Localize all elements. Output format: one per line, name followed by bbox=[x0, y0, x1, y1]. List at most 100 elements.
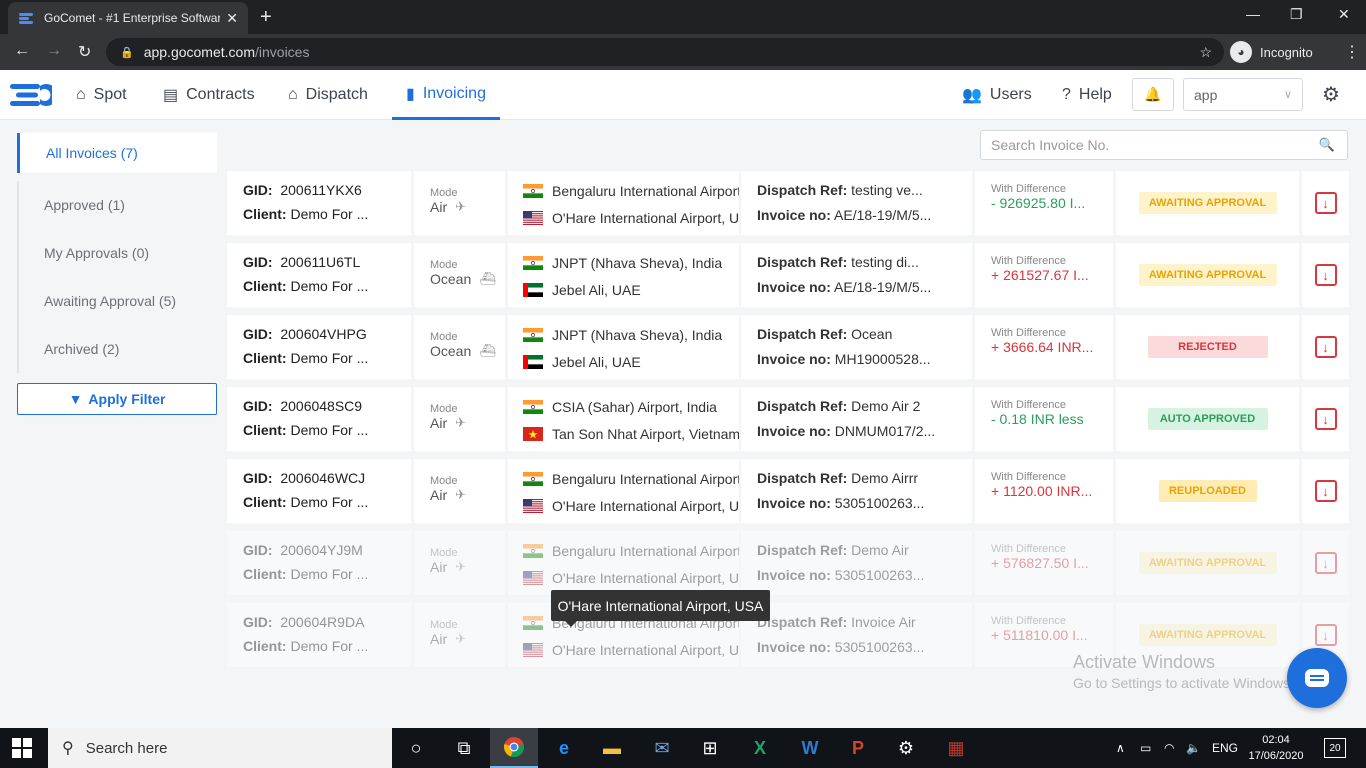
cortana-icon[interactable]: ○ bbox=[392, 728, 440, 768]
search-icon[interactable]: 🔍 bbox=[1319, 137, 1335, 153]
origin-flag-icon bbox=[523, 471, 543, 486]
powerpoint-icon[interactable]: P bbox=[834, 728, 882, 768]
address-bar[interactable]: 🔒 app.gocomet.com/invoices ☆ bbox=[106, 38, 1224, 66]
gocomet-logo-icon[interactable] bbox=[10, 82, 52, 108]
download-icon[interactable]: ↓ bbox=[1314, 552, 1337, 574]
download-icon[interactable]: ↓ bbox=[1314, 192, 1337, 214]
nav-help[interactable]: ? Help bbox=[1062, 70, 1112, 120]
browser-tab[interactable]: GoComet - #1 Enterprise Software ✕ bbox=[8, 2, 248, 34]
destination-port[interactable]: Jebel Ali, UAE bbox=[552, 282, 641, 298]
restore-icon[interactable]: ❐ bbox=[1290, 6, 1303, 23]
download-icon[interactable]: ↓ bbox=[1314, 408, 1337, 430]
invoice-row[interactable]: GID: 200611U6TL Client: Demo For ... Mod… bbox=[227, 243, 1349, 307]
download-icon[interactable]: ↓ bbox=[1314, 624, 1337, 646]
destination-flag-icon bbox=[523, 210, 543, 225]
reload-icon[interactable]: ↻ bbox=[78, 42, 91, 62]
sidebar-item-approved[interactable]: Approved (1) bbox=[17, 181, 217, 229]
destination-port[interactable]: O'Hare International Airport, USA bbox=[552, 642, 739, 658]
file-explorer-icon[interactable]: ▬ bbox=[588, 728, 636, 768]
invoice-row[interactable]: GID: 2006048SC9 Client: Demo For ... Mod… bbox=[227, 387, 1349, 451]
chrome-icon[interactable] bbox=[490, 728, 538, 768]
dispatch-ref-label: Dispatch Ref: bbox=[757, 398, 848, 414]
mode-label: Mode bbox=[430, 619, 458, 631]
nav-dispatch[interactable]: ⌂ Dispatch bbox=[288, 70, 368, 120]
origin-port[interactable]: Bengaluru International Airport, India bbox=[552, 543, 739, 559]
battery-icon[interactable]: ▭ bbox=[1140, 728, 1151, 768]
mode-label: Mode bbox=[430, 475, 458, 487]
taskbar-search-input[interactable]: ⚲ Search here bbox=[48, 728, 392, 768]
airplane-icon: ✈ bbox=[455, 559, 467, 574]
destination-port[interactable]: O'Hare International Airport, USA bbox=[552, 498, 739, 514]
word-icon[interactable]: W bbox=[786, 728, 834, 768]
invoice-row[interactable]: GID: 2006046WCJ Client: Demo For ... Mod… bbox=[227, 459, 1349, 523]
route-cell: JNPT (Nhava Sheva), India Jebel Ali, UAE bbox=[508, 315, 739, 379]
excel-icon[interactable]: X bbox=[736, 728, 784, 768]
origin-port[interactable]: JNPT (Nhava Sheva), India bbox=[552, 327, 722, 343]
invoice-row[interactable]: GID: 200611YKX6 Client: Demo For ... Mod… bbox=[227, 171, 1349, 235]
edge-icon[interactable]: e bbox=[540, 728, 588, 768]
taskbar-clock[interactable]: 02:04 17/06/2020 bbox=[1244, 732, 1308, 764]
nav-contracts[interactable]: ▤ Contracts bbox=[163, 70, 255, 120]
invoice-row[interactable]: GID: 200604YJ9M Client: Demo For ... Mod… bbox=[227, 531, 1349, 595]
new-tab-icon[interactable]: + bbox=[260, 6, 272, 29]
nav-invoicing[interactable]: ▮ Invoicing bbox=[392, 70, 500, 120]
close-tab-icon[interactable]: ✕ bbox=[226, 10, 238, 27]
apply-filter-button[interactable]: ▼ Apply Filter bbox=[17, 383, 217, 415]
bookmark-star-icon[interactable]: ☆ bbox=[1199, 44, 1212, 61]
sidebar-item-archived[interactable]: Archived (2) bbox=[17, 325, 217, 373]
chat-widget-button[interactable] bbox=[1287, 648, 1347, 708]
sidebar-item-my-approvals[interactable]: My Approvals (0) bbox=[17, 229, 217, 277]
sidebar-item-awaiting-approval[interactable]: Awaiting Approval (5) bbox=[17, 277, 217, 325]
nav-spot[interactable]: ⌂ Spot bbox=[76, 70, 127, 120]
settings-icon[interactable]: ⚙ bbox=[882, 728, 930, 768]
incognito-profile[interactable]: ◕ Incognito bbox=[1230, 38, 1313, 66]
invoice-id-cell: GID: 2006046WCJ Client: Demo For ... bbox=[227, 459, 411, 523]
invoice-no-value: 5305100263... bbox=[834, 567, 925, 583]
language-indicator[interactable]: ENG bbox=[1212, 728, 1238, 768]
minimize-icon[interactable]: — bbox=[1246, 6, 1260, 22]
notification-center-icon[interactable]: 20 bbox=[1324, 738, 1346, 758]
invoice-row[interactable]: GID: 200604VHPG Client: Demo For ... Mod… bbox=[227, 315, 1349, 379]
notifications-button[interactable]: 🔔 bbox=[1132, 78, 1174, 111]
dispatch-cell: Dispatch Ref: Demo Air 2 Invoice no: DNM… bbox=[741, 387, 972, 451]
winrar-icon[interactable]: ▦ bbox=[932, 728, 980, 768]
client-label: Client: bbox=[243, 638, 287, 654]
gid-label: GID: bbox=[243, 470, 273, 486]
destination-port[interactable]: Tan Son Nhat Airport, Vietnam bbox=[552, 426, 739, 442]
destination-port[interactable]: O'Hare International Airport, USA bbox=[552, 570, 739, 586]
download-icon[interactable]: ↓ bbox=[1314, 264, 1337, 286]
download-cell: ↓ bbox=[1302, 171, 1349, 235]
browser-menu-icon[interactable]: ⋮ bbox=[1344, 42, 1360, 62]
route-cell: Bengaluru International Airport, India O… bbox=[508, 531, 739, 595]
download-icon[interactable]: ↓ bbox=[1314, 336, 1337, 358]
volume-icon[interactable]: 🔈 bbox=[1186, 728, 1201, 768]
origin-port[interactable]: JNPT (Nhava Sheva), India bbox=[552, 255, 722, 271]
origin-port[interactable]: CSIA (Sahar) Airport, India bbox=[552, 399, 717, 415]
mode-cell: Mode Air ✈ bbox=[414, 171, 505, 235]
dispatch-cell: Dispatch Ref: Demo Air Invoice no: 53051… bbox=[741, 531, 972, 595]
nav-users[interactable]: 👥 Users bbox=[962, 70, 1032, 120]
origin-port[interactable]: Bengaluru International Airport, India bbox=[552, 183, 739, 199]
download-icon[interactable]: ↓ bbox=[1314, 480, 1337, 502]
client-value: Demo For ... bbox=[290, 206, 369, 222]
show-hidden-icons-icon[interactable]: ∧ bbox=[1116, 728, 1125, 768]
task-view-icon[interactable]: ⧉ bbox=[440, 728, 488, 768]
destination-port[interactable]: O'Hare International Airport, USA bbox=[552, 210, 739, 226]
settings-gear-icon[interactable]: ⚙ bbox=[1322, 82, 1340, 107]
back-arrow-icon[interactable]: ← bbox=[14, 42, 30, 60]
client-label: Client: bbox=[243, 566, 287, 582]
chat-bubble-icon bbox=[1305, 669, 1329, 687]
store-icon[interactable]: ⊞ bbox=[686, 728, 734, 768]
window-close-icon[interactable]: ✕ bbox=[1338, 6, 1350, 23]
sidebar-item-all-invoices[interactable]: All Invoices (7) bbox=[17, 133, 217, 173]
client-label: Client: bbox=[243, 494, 287, 510]
windows-start-icon[interactable] bbox=[12, 738, 32, 758]
origin-port[interactable]: Bengaluru International Airport, India bbox=[552, 471, 739, 487]
destination-flag-icon bbox=[523, 426, 543, 441]
network-icon[interactable]: ◠ bbox=[1164, 728, 1174, 768]
mail-icon[interactable]: ✉ bbox=[638, 728, 686, 768]
invoice-search-input[interactable]: Search Invoice No. 🔍 bbox=[980, 130, 1348, 160]
destination-port[interactable]: Jebel Ali, UAE bbox=[552, 354, 641, 370]
forward-arrow-icon[interactable]: → bbox=[46, 42, 62, 60]
app-select[interactable]: app ∨ bbox=[1183, 78, 1303, 111]
